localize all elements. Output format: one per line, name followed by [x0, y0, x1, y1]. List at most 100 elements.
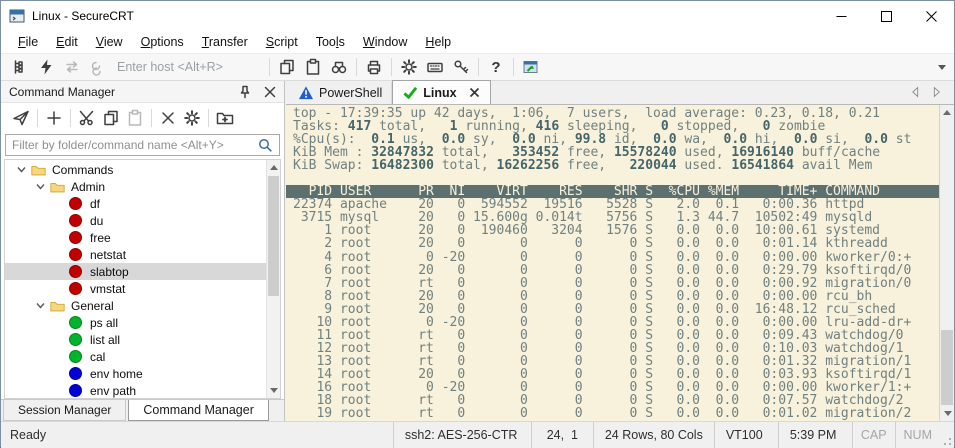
status-emulation: VT100: [714, 422, 778, 448]
cut-button[interactable]: [75, 107, 99, 129]
search-icon[interactable]: [257, 137, 274, 154]
close-button[interactable]: [909, 1, 954, 31]
disconnect-button[interactable]: [85, 55, 111, 79]
menu-tools[interactable]: Tools: [307, 35, 354, 49]
command-dot-icon: [69, 367, 82, 380]
tab-close-icon[interactable]: [468, 86, 481, 99]
add-command-button[interactable]: [42, 107, 66, 129]
scroll-up-arrow[interactable]: [270, 165, 278, 170]
tree-item-slabtop[interactable]: slabtop: [5, 263, 266, 280]
menu-edit[interactable]: Edit: [47, 35, 87, 49]
menu-window[interactable]: Window: [354, 35, 416, 49]
panel-close-icon[interactable]: [264, 86, 276, 98]
tree-item-du[interactable]: du: [5, 212, 266, 229]
chevron-down-icon[interactable]: [16, 164, 27, 175]
new-folder-button[interactable]: [213, 107, 237, 129]
toolbar-overflow-arrow[interactable]: [938, 65, 946, 70]
paper-plane-icon: [12, 109, 30, 127]
command-dot-icon: [69, 316, 82, 329]
tree-item-vmstat[interactable]: vmstat: [5, 280, 266, 297]
menu-file[interactable]: File: [9, 35, 47, 49]
tab-scroll-right-icon[interactable]: [930, 84, 944, 100]
copy-command-button[interactable]: [99, 107, 123, 129]
tree-item-df[interactable]: df: [5, 195, 266, 212]
scroll-up-arrow[interactable]: [943, 110, 951, 115]
scroll-down-arrow[interactable]: [270, 388, 278, 393]
keymap-editor-button[interactable]: [422, 55, 448, 79]
menu-view[interactable]: View: [87, 35, 132, 49]
tree-item-cal[interactable]: cal: [5, 348, 266, 365]
paste-command-button[interactable]: [123, 107, 147, 129]
tree-item-free[interactable]: free: [5, 229, 266, 246]
chevron-down-icon[interactable]: [35, 300, 46, 311]
paste-button[interactable]: [300, 55, 326, 79]
chevron-down-icon[interactable]: [35, 181, 46, 192]
session-manager-toggle-button[interactable]: [7, 55, 33, 79]
tree-item-label: du: [90, 214, 103, 228]
status-caps-lock: CAP: [852, 422, 895, 448]
tree-item-label: Commands: [52, 163, 113, 177]
tab-linux[interactable]: Linux: [392, 80, 490, 104]
menu-script[interactable]: Script: [257, 35, 307, 49]
find-button[interactable]: [326, 55, 352, 79]
tree-item-label: list all: [90, 333, 120, 347]
new-windows-script-button[interactable]: [518, 55, 544, 79]
tree-item-netstat[interactable]: netstat: [5, 246, 266, 263]
filter-row: [1, 133, 284, 159]
session-options-button[interactable]: [396, 55, 422, 79]
tab-session-manager[interactable]: Session Manager: [3, 400, 126, 421]
terminal-scrollbar[interactable]: [939, 105, 954, 421]
status-num-lock: NUM: [895, 422, 940, 448]
status-cipher: ssh2: AES-256-CTR: [393, 422, 531, 448]
delete-command-button[interactable]: [156, 107, 180, 129]
command-dot-icon: [69, 350, 82, 363]
command-dot-icon: [69, 231, 82, 244]
maximize-button[interactable]: [864, 1, 909, 31]
tree-item-Commands[interactable]: Commands: [5, 161, 266, 178]
tab-command-manager[interactable]: Command Manager: [128, 400, 268, 421]
command-dot-icon: [69, 265, 82, 278]
help-button[interactable]: ?: [483, 55, 509, 79]
menu-help[interactable]: Help: [416, 35, 460, 49]
tab-scroll-left-icon[interactable]: [908, 84, 922, 100]
panel-tabs: Session Manager Command Manager: [1, 399, 284, 421]
tree-item-ps-all[interactable]: ps all: [5, 314, 266, 331]
key-icon: [452, 58, 470, 76]
command-dot-icon: [69, 248, 82, 261]
menu-bar: FileEditViewOptionsTransferScriptToolsWi…: [1, 31, 954, 53]
reconnect-button[interactable]: [59, 55, 85, 79]
terminal-screen[interactable]: top - 17:39:35 up 42 days, 1:06, 7 users…: [286, 105, 939, 421]
scroll-thumb[interactable]: [941, 330, 953, 405]
folder-icon: [31, 163, 46, 176]
quick-connect-button[interactable]: [33, 55, 59, 79]
delete-x-icon: [160, 110, 176, 126]
plus-icon: [45, 109, 63, 127]
tree-item-label: slabtop: [90, 265, 129, 279]
print-button[interactable]: [361, 55, 387, 79]
tree-item-env-path[interactable]: env path: [5, 382, 266, 399]
filter-input[interactable]: [5, 134, 280, 156]
folder-icon: [50, 180, 65, 193]
send-command-button[interactable]: [9, 107, 33, 129]
copy-button[interactable]: [274, 55, 300, 79]
menu-transfer[interactable]: Transfer: [193, 35, 257, 49]
minimize-button[interactable]: [819, 1, 864, 31]
command-options-button[interactable]: [180, 107, 204, 129]
quick-connect-host-input[interactable]: Enter host <Alt+R>: [117, 60, 259, 74]
pin-icon[interactable]: [238, 85, 252, 99]
tree-item-General[interactable]: General: [5, 297, 266, 314]
new-folder-icon: [216, 109, 234, 127]
resize-grip[interactable]: [940, 422, 954, 448]
paste-icon: [126, 109, 144, 127]
binoculars-icon: [330, 58, 348, 76]
tab-powershell[interactable]: PowerShell: [289, 82, 392, 104]
scroll-thumb[interactable]: [268, 176, 279, 296]
menu-options[interactable]: Options: [132, 35, 193, 49]
tree-item-env-home[interactable]: env home: [5, 365, 266, 382]
key-agent-button[interactable]: [448, 55, 474, 79]
terminal-line: 19 root rt 0 0 0 0 S 0.0 0.0 0:01.02 mig…: [286, 407, 939, 420]
tree-item-Admin[interactable]: Admin: [5, 178, 266, 195]
tree-item-list-all[interactable]: list all: [5, 331, 266, 348]
tree-scrollbar[interactable]: [266, 160, 280, 398]
scroll-down-arrow[interactable]: [944, 411, 952, 416]
